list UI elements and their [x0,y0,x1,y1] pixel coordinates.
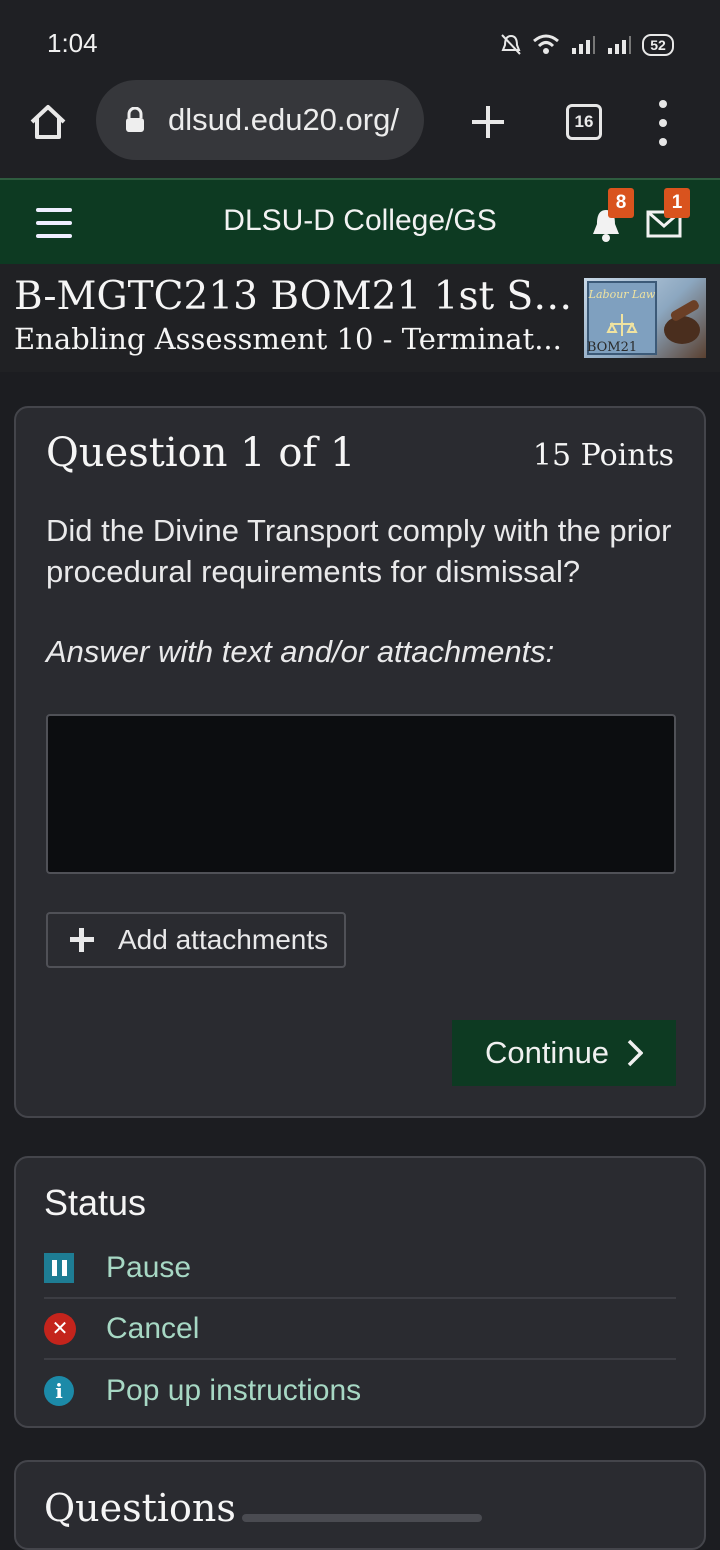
lock-icon [126,107,144,132]
pause-label: Pause [106,1250,192,1284]
pause-link[interactable]: Pause [44,1238,676,1299]
address-bar[interactable]: dlsud.edu20.org/ [96,80,424,160]
site-title: DLSU-D College/GS [223,204,497,237]
clock: 1:04 [47,28,98,58]
course-title[interactable]: B-MGTC213 BOM21 1st Sem (... [14,274,574,319]
hamburger-menu-icon[interactable] [36,208,72,238]
continue-button[interactable]: Continue [452,1020,676,1086]
plus-icon [70,928,94,952]
add-attachments-label: Add attachments [118,924,329,955]
signal-icon [572,36,595,54]
tab-switcher-button[interactable]: 16 [566,104,602,140]
answer-textarea[interactable] [46,714,676,874]
question-text: Did the Divine Transport comply with the… [46,513,672,589]
popup-instructions-label: Pop up instructions [106,1373,362,1407]
browser-menu-icon[interactable] [648,100,678,146]
status-title: Status [44,1182,147,1223]
browser-toolbar: dlsud.edu20.org/ 16 [0,80,720,178]
questions-progress-bar [242,1514,482,1522]
messages-badge: 1 [664,188,690,218]
notifications-badge: 8 [608,188,634,218]
info-icon: i [44,1375,74,1406]
status-icons: 52 [500,30,674,60]
new-tab-icon[interactable] [468,102,508,142]
wifi-icon [533,34,559,54]
continue-label: Continue [484,1035,610,1070]
course-thumbnail: Labour Law BOM21 [584,278,706,358]
questions-title: Questions [44,1486,236,1530]
system-status-bar: 1:04 52 [0,0,720,84]
thumbnail-label-bottom: BOM21 [587,340,637,355]
course-header: B-MGTC213 BOM21 1st Sem (... Enabling As… [0,264,720,372]
labour-law-book-image: Labour Law BOM21 [587,281,700,355]
question-card: Question 1 of 1 15 Points Did the Divine… [14,406,706,1118]
battery-indicator: 52 [642,34,674,56]
pause-icon [44,1252,74,1283]
signal-icon-2 [608,36,631,54]
chevron-right-icon [627,1039,644,1067]
mute-icon [501,34,521,55]
answer-instruction: Answer with text and/or attachments: [46,634,555,669]
cancel-link[interactable]: ✕ Cancel [44,1299,676,1360]
assessment-title: Enabling Assessment 10 - Terminat... [14,322,562,356]
url-text: dlsud.edu20.org/ [168,102,399,137]
thumbnail-label-top: Labour Law [588,288,656,301]
questions-panel: Questions [14,1460,706,1550]
popup-instructions-link[interactable]: i Pop up instructions [44,1360,676,1421]
cancel-icon: ✕ [44,1312,76,1345]
site-header: DLSU-D College/GS 8 1 [0,178,720,264]
question-points: 15 Points [532,438,674,473]
question-heading: Question 1 of 1 [46,430,356,476]
home-icon[interactable] [28,102,68,142]
add-attachments-button[interactable]: Add attachments [46,912,346,968]
cancel-label: Cancel [106,1311,200,1345]
status-panel: Status Pause ✕ Cancel i Pop up instructi… [14,1156,706,1428]
